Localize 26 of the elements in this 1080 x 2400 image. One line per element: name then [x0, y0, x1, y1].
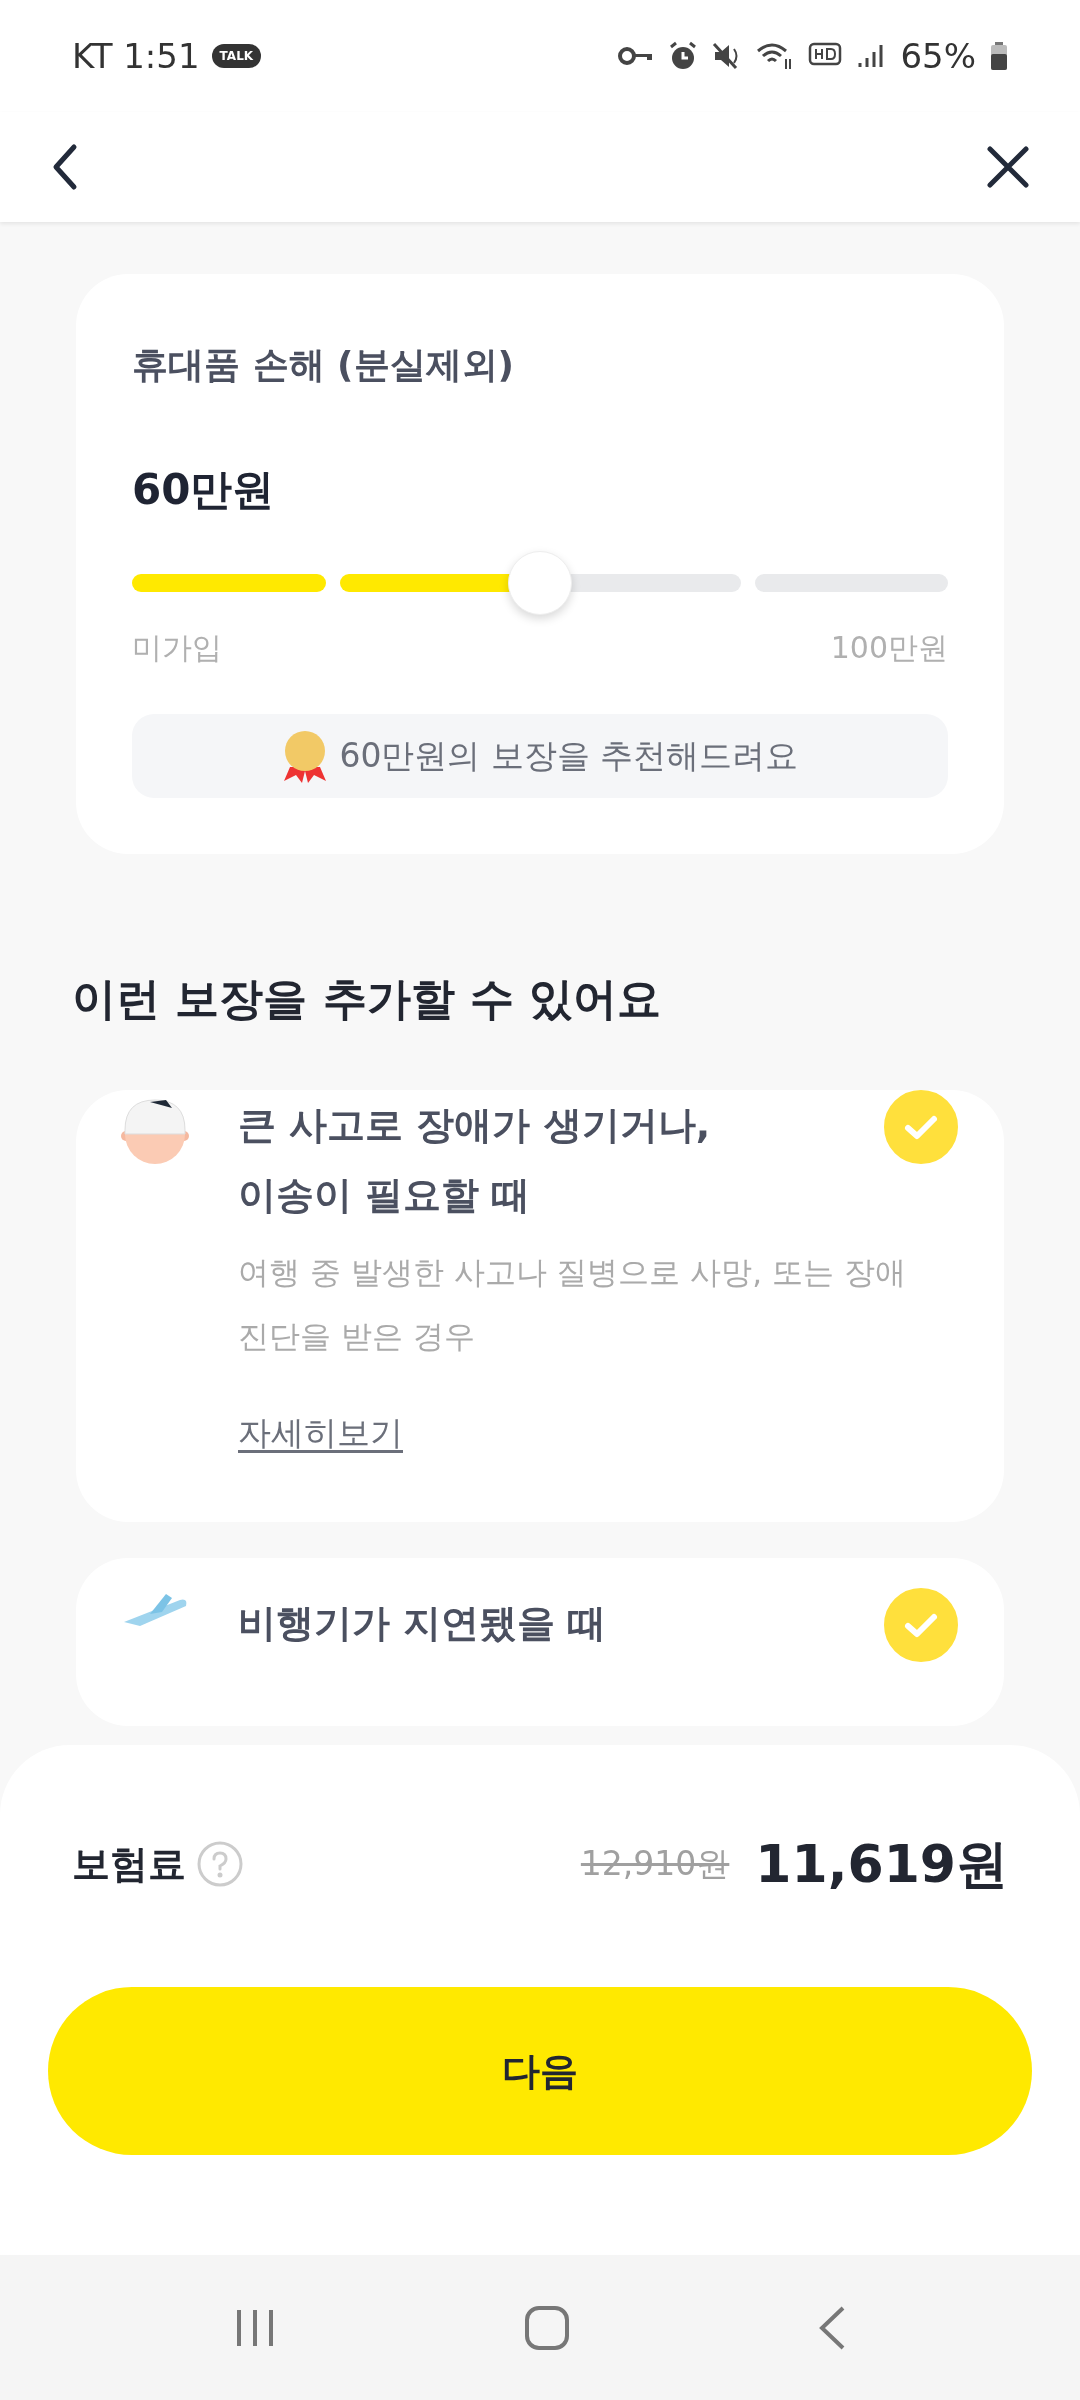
- battery-percent: 65%: [900, 34, 976, 78]
- details-link[interactable]: 자세히보기: [238, 1408, 403, 1458]
- premium-label: 보험료: [72, 1840, 186, 1888]
- slider-max-label: 100만원: [830, 629, 948, 667]
- alarm-icon: [668, 41, 699, 71]
- recommendation-text: 60만원의 보장을 추천해드려요: [339, 735, 799, 778]
- status-time: KT 1:51: [72, 34, 200, 78]
- coverage-amount: 60만원: [132, 464, 276, 516]
- next-button[interactable]: 다음: [48, 1987, 1032, 2155]
- slider-min-label: 미가입: [132, 629, 222, 667]
- chat-badge: TALK: [211, 44, 262, 68]
- discounted-price: 11,619원: [755, 1833, 1008, 1896]
- option-title: 비행기가 지연됐을 때: [238, 1599, 608, 1647]
- check-icon[interactable]: [884, 1090, 958, 1164]
- option-description: 여행 중 발생한 사고나 질병으로 사망, 또는 장애진단을 받은 경우: [238, 1253, 907, 1356]
- key-icon: [618, 45, 655, 67]
- medal-icon: [281, 729, 328, 783]
- section-heading: 이런 보장을 추가할 수 있어요: [72, 972, 663, 1026]
- close-icon[interactable]: [986, 145, 1030, 189]
- option-title: 큰 사고로 장애가 생기거나, 이송이 필요할 때: [238, 1102, 712, 1219]
- slider-thumb[interactable]: [508, 551, 572, 615]
- check-icon[interactable]: [884, 1587, 958, 1662]
- coverage-title: 휴대품 손해 (분실제외): [132, 343, 515, 387]
- battery-icon: [990, 41, 1008, 71]
- home-icon[interactable]: [524, 2304, 570, 2351]
- original-price: 12,910원: [580, 1843, 730, 1886]
